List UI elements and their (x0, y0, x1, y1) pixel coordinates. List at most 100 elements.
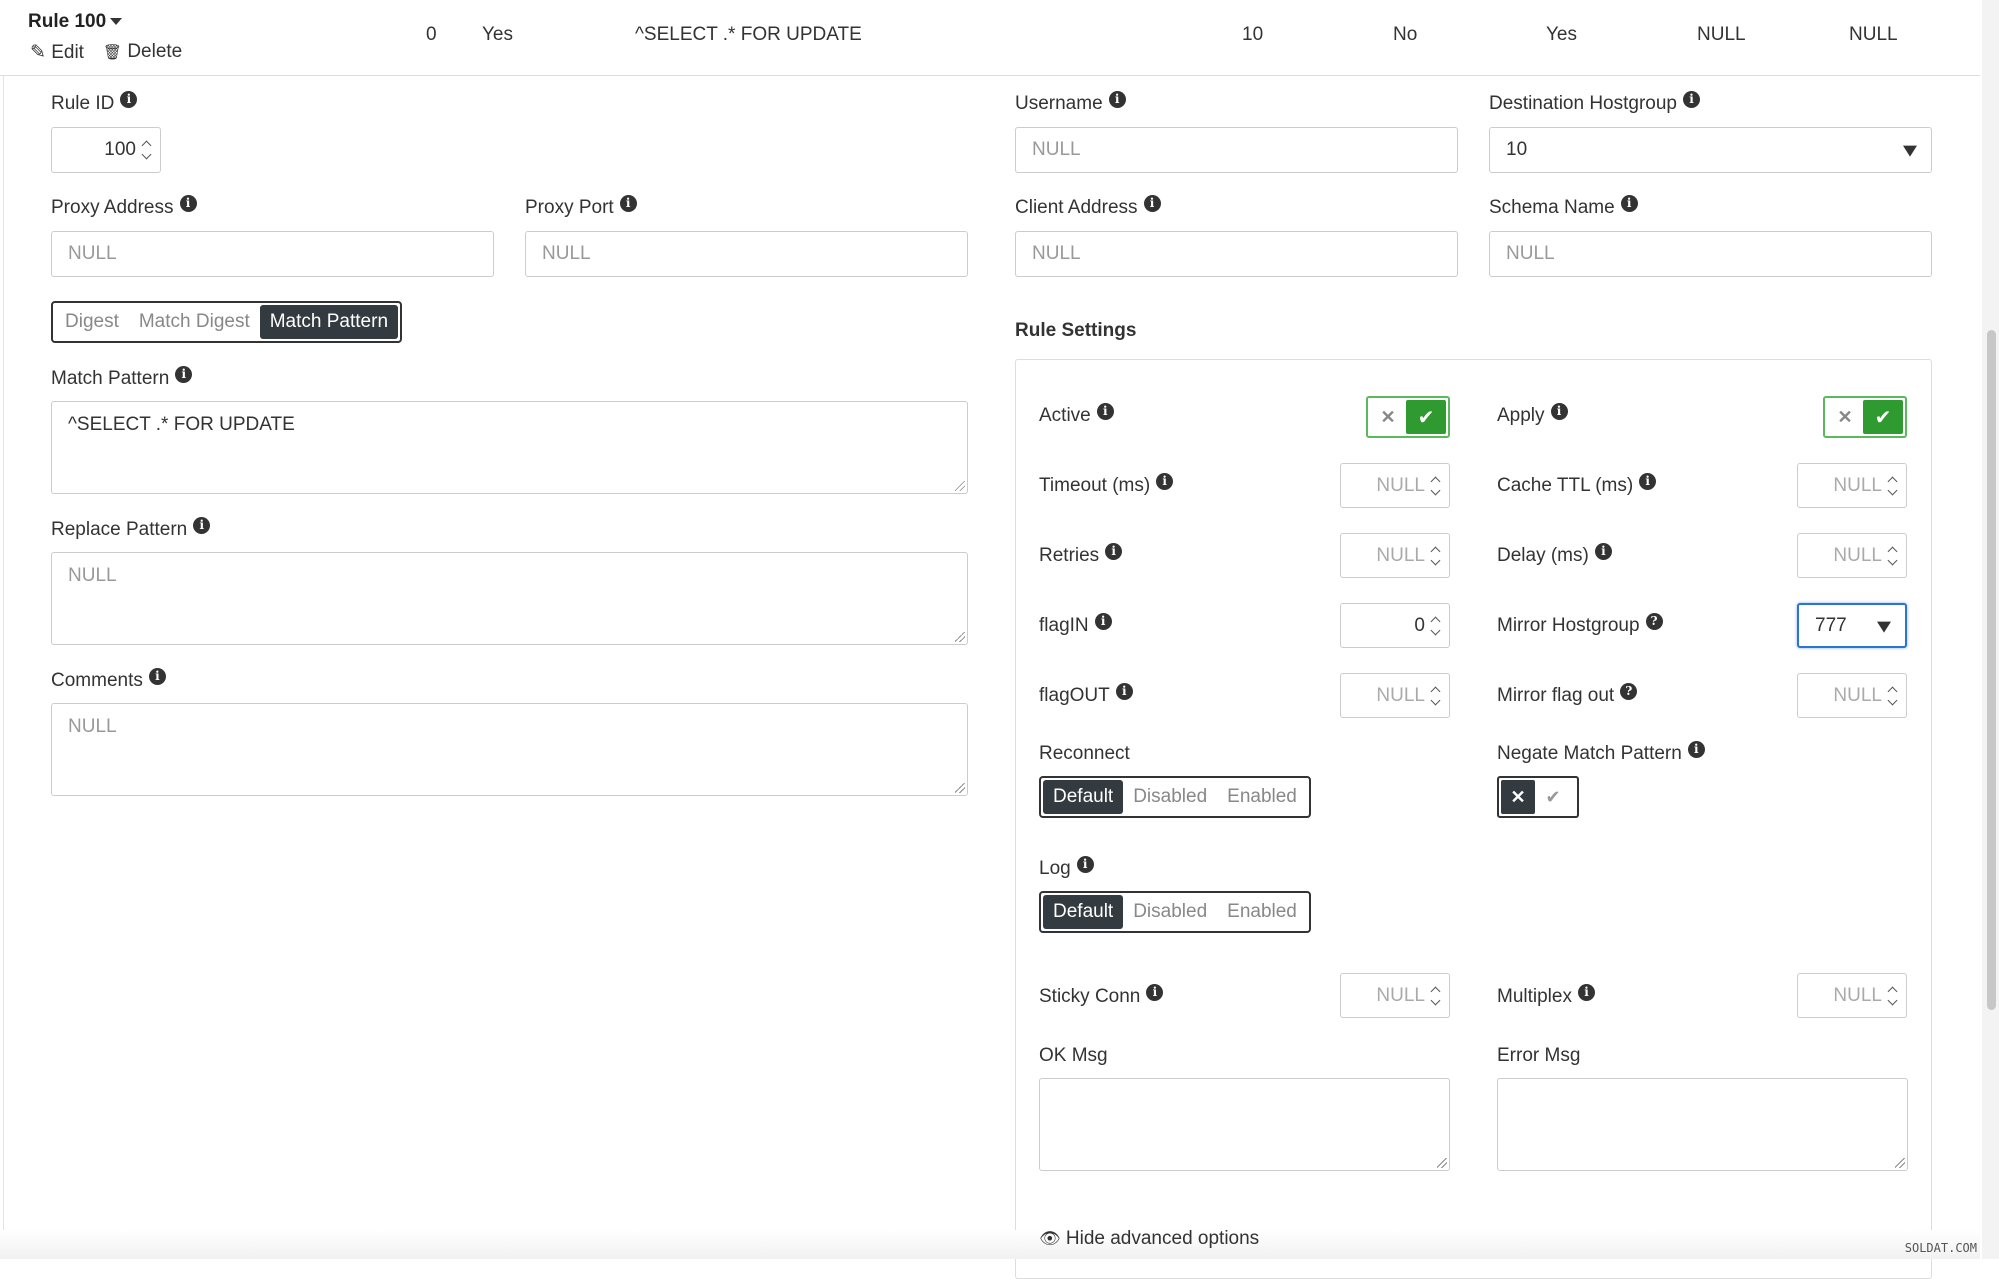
info-icon: i (1076, 856, 1094, 873)
info-icon: i (1105, 543, 1123, 560)
retries-label: Retries i (1039, 543, 1123, 567)
retries-input[interactable]: NULL (1340, 533, 1450, 578)
proxy-port-label: Proxy Port i (525, 195, 637, 219)
cell-destination: 10 (1242, 24, 1264, 45)
spinner-icon (1431, 985, 1441, 1007)
reconnect-disabled[interactable]: Disabled (1123, 780, 1217, 814)
delete-button[interactable]: 🗑 Delete (103, 41, 182, 63)
log-label: Log i (1039, 856, 1094, 880)
match-pattern-textarea[interactable]: ^SELECT .* FOR UPDATE (51, 401, 968, 494)
destination-hostgroup-select[interactable]: 10 (1489, 127, 1932, 173)
spinner-icon (1431, 545, 1441, 567)
info-icon: i (1108, 91, 1126, 108)
spinner-icon (1431, 615, 1441, 637)
delay-label: Delay (ms) i (1497, 543, 1612, 567)
scrollbar-thumb[interactable] (1987, 330, 1996, 1010)
replace-pattern-textarea[interactable]: NULL (51, 552, 968, 645)
tab-digest[interactable]: Digest (55, 305, 129, 339)
close-icon: ✕ (1837, 406, 1853, 427)
comments-label: Comments i (51, 668, 166, 692)
watermark: SOLDAT.COM (1904, 1241, 1977, 1255)
info-icon: i (1146, 984, 1164, 1001)
spinner-icon (1888, 685, 1898, 707)
reconnect-default[interactable]: Default (1043, 780, 1124, 814)
caret-down-icon (1903, 145, 1917, 157)
info-icon: i (175, 366, 193, 383)
rule-id-input[interactable]: 100 (51, 127, 161, 173)
log-default[interactable]: Default (1043, 895, 1124, 929)
timeout-input[interactable]: NULL (1340, 463, 1450, 508)
resize-grip-icon (1895, 1158, 1905, 1168)
info-icon: i (148, 668, 166, 685)
cell-active: Yes (482, 24, 513, 45)
help-icon: ? (1620, 683, 1638, 700)
reconnect-segmented: Default Disabled Enabled (1039, 776, 1311, 818)
active-toggle[interactable]: ✕ ✔ (1366, 396, 1450, 438)
mirror-flag-out-input[interactable]: NULL (1797, 673, 1907, 718)
mirror-flag-out-label: Mirror flag out? (1497, 683, 1638, 707)
apply-toggle[interactable]: ✕ ✔ (1823, 396, 1907, 438)
cache-ttl-input[interactable]: NULL (1797, 463, 1907, 508)
rule-title-dropdown[interactable]: Rule 100 (28, 11, 123, 33)
match-pattern-label: Match Pattern i (51, 366, 193, 390)
comments-textarea[interactable]: NULL (51, 703, 968, 796)
hide-advanced-options-label: Hide advanced options (1065, 1228, 1260, 1249)
log-disabled[interactable]: Disabled (1123, 895, 1217, 929)
reconnect-enabled[interactable]: Enabled (1217, 780, 1307, 814)
username-label: Username i (1015, 91, 1126, 115)
apply-label: Apply i (1497, 403, 1568, 427)
edit-button[interactable]: ✎ Edit (30, 41, 84, 64)
negate-match-pattern-label: Negate Match Pattern i (1497, 741, 1705, 765)
flag-out-input[interactable]: NULL (1340, 673, 1450, 718)
sticky-conn-input[interactable]: NULL (1340, 973, 1450, 1018)
caret-down-icon (1877, 621, 1891, 633)
mirror-hostgroup-select[interactable]: 777 (1797, 603, 1907, 648)
panel-left-border (3, 75, 4, 1259)
delay-input[interactable]: NULL (1797, 533, 1907, 578)
schema-name-input[interactable]: NULL (1489, 231, 1932, 277)
active-label: Active i (1039, 403, 1114, 427)
resize-grip-icon (955, 632, 965, 642)
cell-flag: 0 (426, 24, 437, 45)
resize-grip-icon (955, 481, 965, 491)
info-icon: i (179, 195, 197, 212)
rule-title: Rule 100 (28, 11, 107, 32)
hide-advanced-options-link[interactable]: 👁 Hide advanced options (1039, 1228, 1259, 1250)
rule-row (0, 0, 1980, 76)
replace-pattern-label: Replace Pattern i (51, 517, 211, 541)
multiplex-input[interactable]: NULL (1797, 973, 1907, 1018)
info-icon: i (1639, 473, 1657, 490)
info-icon: i (1115, 683, 1133, 700)
eye-slash-icon: 👁 (1039, 1229, 1061, 1248)
spinner-icon (1888, 475, 1898, 497)
log-enabled[interactable]: Enabled (1217, 895, 1307, 929)
reconnect-label: Reconnect (1039, 743, 1130, 764)
destination-hostgroup-label: Destination Hostgroup i (1489, 91, 1700, 115)
info-icon: i (1096, 403, 1114, 420)
tab-match-digest[interactable]: Match Digest (129, 305, 260, 339)
proxy-port-input[interactable]: NULL (525, 231, 968, 277)
negate-match-pattern-toggle[interactable]: ✕ ✔ (1497, 776, 1579, 818)
client-address-input[interactable]: NULL (1015, 231, 1458, 277)
flag-out-label: flagOUT i (1039, 683, 1133, 707)
cell-null-2: NULL (1849, 24, 1898, 45)
check-icon: ✔ (1406, 400, 1446, 434)
bottom-fade (0, 1230, 1980, 1259)
cell-apply: Yes (1546, 24, 1577, 45)
info-icon: i (619, 195, 637, 212)
proxy-address-input[interactable]: NULL (51, 231, 494, 277)
tab-match-pattern[interactable]: Match Pattern (259, 305, 399, 339)
username-input[interactable]: NULL (1015, 127, 1458, 173)
mirror-hostgroup-label: Mirror Hostgroup? (1497, 613, 1663, 637)
client-address-label: Client Address i (1015, 195, 1161, 219)
trash-icon: 🗑 (103, 44, 123, 61)
error-msg-textarea[interactable] (1497, 1078, 1908, 1171)
resize-grip-icon (1437, 1158, 1447, 1168)
ok-msg-textarea[interactable] (1039, 1078, 1450, 1171)
flag-in-input[interactable]: 0 (1340, 603, 1450, 648)
resize-grip-icon (955, 783, 965, 793)
close-icon: ✕ (1380, 406, 1396, 427)
ok-msg-label: OK Msg (1039, 1045, 1108, 1066)
sticky-conn-label: Sticky Conn i (1039, 984, 1164, 1008)
rule-settings-title: Rule Settings (1015, 320, 1137, 341)
